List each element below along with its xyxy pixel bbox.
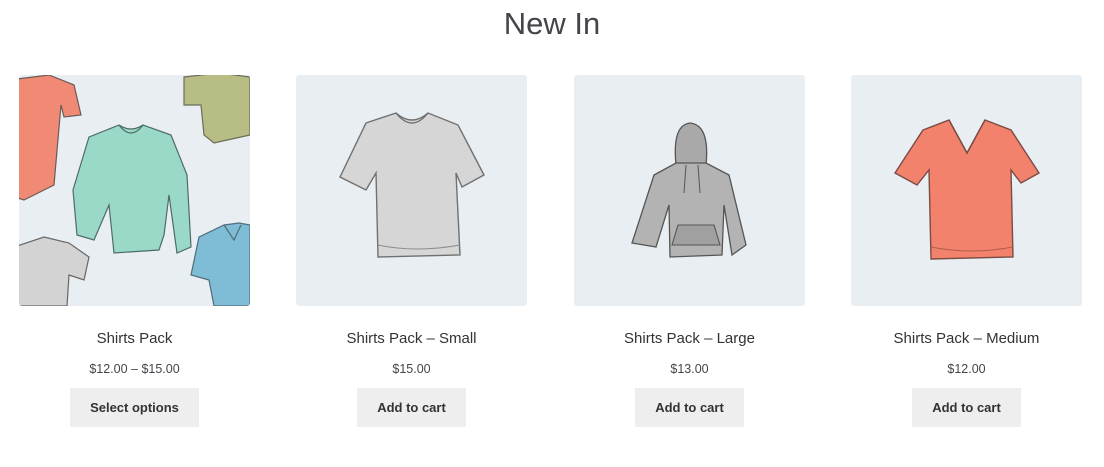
product-title[interactable]: Shirts Pack	[19, 330, 250, 348]
product-price: $12.00 – $15.00	[89, 362, 180, 376]
product-price: $15.00	[392, 362, 431, 376]
product-image-link[interactable]	[19, 75, 250, 306]
grey-tshirt-illustration-icon	[339, 112, 485, 258]
product-card: Shirts Pack – Small $15.00 Add to cart	[296, 75, 527, 427]
section-title: New In	[503, 6, 601, 41]
product-card: Shirts Pack $12.00 – $15.00 Select optio…	[19, 75, 250, 427]
product-price: $12.00	[947, 362, 986, 376]
product-title[interactable]: Shirts Pack – Large	[574, 330, 805, 348]
product-card: Shirts Pack – Large $13.00 Add to cart	[574, 75, 805, 427]
product-image-link[interactable]	[574, 75, 805, 306]
product-price: $13.00	[670, 362, 709, 376]
product-title[interactable]: Shirts Pack – Medium	[851, 330, 1082, 348]
grey-hoodie-illustration-icon	[631, 122, 747, 258]
add-to-cart-button[interactable]: Add to cart	[912, 388, 1021, 427]
product-card: Shirts Pack – Medium $12.00 Add to cart	[851, 75, 1082, 427]
product-image-link[interactable]	[296, 75, 527, 306]
shirts-pack-illustration-icon	[19, 75, 250, 306]
add-to-cart-button[interactable]: Add to cart	[635, 388, 744, 427]
add-to-cart-button[interactable]: Add to cart	[357, 388, 466, 427]
product-title[interactable]: Shirts Pack – Small	[296, 330, 527, 348]
select-options-button[interactable]: Select options	[70, 388, 199, 427]
coral-vneck-tshirt-illustration-icon	[894, 119, 1040, 260]
product-image-link[interactable]	[851, 75, 1082, 306]
new-in-section: New In Shirts Pack $12.00 – $15.00 Selec…	[0, 0, 1104, 467]
